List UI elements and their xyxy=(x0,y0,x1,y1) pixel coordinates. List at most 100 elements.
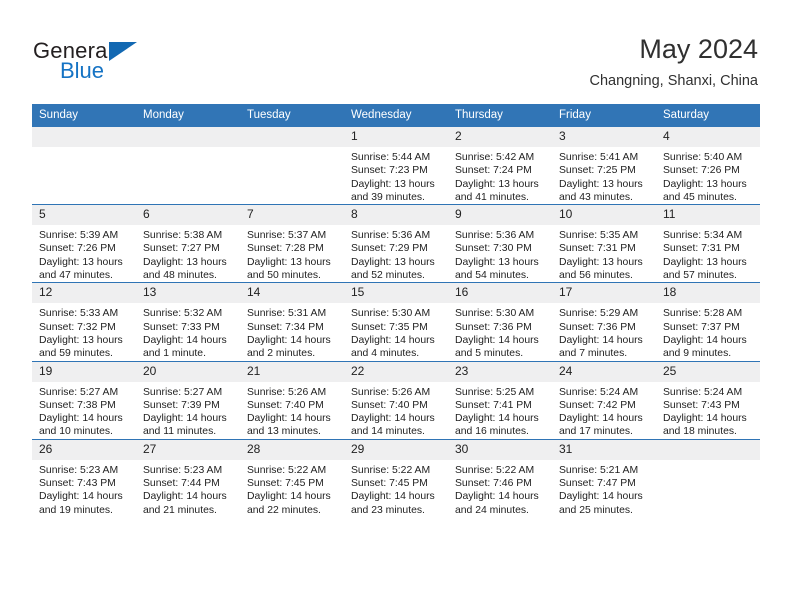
day-sunrise-text: Sunrise: 5:29 AM xyxy=(559,308,639,320)
day-daylight1-text: Daylight: 13 hours xyxy=(559,178,643,190)
day-cell[interactable]: 28 Sunrise: 5:22 AM Sunset: 7:45 PM Dayligh… xyxy=(240,438,344,517)
day-sunrise-text: Sunrise: 5:32 AM xyxy=(143,308,223,320)
week-row: 19 Sunrise: 5:27 AM Sunset: 7:38 PM Dayligh… xyxy=(32,360,760,440)
day-cell[interactable]: 7 Sunrise: 5:37 AM Sunset: 7:28 PM Daylight… xyxy=(240,204,344,283)
day-cell[interactable]: 5 Sunrise: 5:39 AM Sunset: 7:26 PM Daylight… xyxy=(32,204,136,283)
day-number: 21 xyxy=(240,361,344,382)
day-daylight1-text: Daylight: 14 hours xyxy=(247,334,331,346)
weekday-header-wednesday: Wednesday xyxy=(344,104,448,127)
day-details: Sunrise: 5:32 AM Sunset: 7:33 PM Daylight:… xyxy=(136,303,240,360)
day-daylight1-text: Daylight: 14 hours xyxy=(247,491,331,503)
day-sunrise-text: Sunrise: 5:21 AM xyxy=(559,464,639,476)
day-sunset-text: Sunset: 7:36 PM xyxy=(455,321,532,333)
day-sunrise-text: Sunrise: 5:44 AM xyxy=(351,152,431,163)
day-cell[interactable]: 15 Sunrise: 5:30 AM Sunset: 7:35 PM Dayligh… xyxy=(344,282,448,362)
day-cell[interactable]: 18 Sunrise: 5:28 AM Sunset: 7:37 PM Dayligh… xyxy=(656,282,760,362)
day-sunrise-text: Sunrise: 5:26 AM xyxy=(247,386,327,398)
day-number: 5 xyxy=(32,205,136,226)
day-sunrise-text: Sunrise: 5:39 AM xyxy=(39,230,119,242)
day-cell[interactable]: 3 Sunrise: 5:41 AM Sunset: 7:25 PM Daylight… xyxy=(552,127,656,205)
day-daylight1-text: Daylight: 14 hours xyxy=(559,413,643,425)
day-daylight1-text: Daylight: 13 hours xyxy=(663,256,747,268)
day-number xyxy=(656,439,760,460)
day-daylight2-text: and 52 minutes. xyxy=(351,270,425,282)
day-number xyxy=(136,127,240,147)
day-cell[interactable]: 11 Sunrise: 5:34 AM Sunset: 7:31 PM Dayligh… xyxy=(656,204,760,283)
calendar-table: Sunday Monday Tuesday Wednesday Thursday Frid… xyxy=(32,104,760,517)
day-sunset-text: Sunset: 7:30 PM xyxy=(455,243,532,255)
brand-logo[interactable]: General Blue xyxy=(33,38,163,83)
day-sunset-text: Sunset: 7:31 PM xyxy=(663,243,740,255)
day-sunset-text: Sunset: 7:32 PM xyxy=(39,321,116,333)
day-cell[interactable]: 16 Sunrise: 5:30 AM Sunset: 7:36 PM Dayligh… xyxy=(448,282,552,362)
day-number: 30 xyxy=(448,439,552,460)
day-cell[interactable]: 23 Sunrise: 5:25 AM Sunset: 7:41 PM Dayligh… xyxy=(448,360,552,440)
day-cell[interactable]: 27 Sunrise: 5:23 AM Sunset: 7:44 PM Dayligh… xyxy=(136,438,240,517)
day-daylight1-text: Daylight: 14 hours xyxy=(559,334,643,346)
day-number: 9 xyxy=(448,205,552,226)
day-sunset-text: Sunset: 7:23 PM xyxy=(351,165,428,177)
day-sunrise-text: Sunrise: 5:36 AM xyxy=(351,230,431,242)
day-cell[interactable]: 14 Sunrise: 5:31 AM Sunset: 7:34 PM Dayligh… xyxy=(240,282,344,362)
day-cell[interactable]: 10 Sunrise: 5:35 AM Sunset: 7:31 PM Dayligh… xyxy=(552,204,656,283)
weekday-header-monday: Monday xyxy=(136,104,240,127)
day-cell-empty xyxy=(136,127,240,205)
day-daylight2-text: and 13 minutes. xyxy=(247,426,321,438)
day-cell[interactable]: 2 Sunrise: 5:42 AM Sunset: 7:24 PM Daylight… xyxy=(448,127,552,205)
day-cell[interactable]: 17 Sunrise: 5:29 AM Sunset: 7:36 PM Dayligh… xyxy=(552,282,656,362)
day-daylight1-text: Daylight: 13 hours xyxy=(455,178,539,190)
day-daylight2-text: and 45 minutes. xyxy=(663,191,737,203)
day-cell[interactable]: 22 Sunrise: 5:26 AM Sunset: 7:40 PM Dayligh… xyxy=(344,360,448,440)
day-sunset-text: Sunset: 7:38 PM xyxy=(39,399,116,411)
day-cell[interactable]: 6 Sunrise: 5:38 AM Sunset: 7:27 PM Daylight… xyxy=(136,204,240,283)
day-daylight1-text: Daylight: 13 hours xyxy=(559,256,643,268)
day-sunrise-text: Sunrise: 5:34 AM xyxy=(663,230,743,242)
day-sunrise-text: Sunrise: 5:36 AM xyxy=(455,230,535,242)
day-daylight2-text: and 19 minutes. xyxy=(39,504,113,516)
day-cell[interactable]: 30 Sunrise: 5:22 AM Sunset: 7:46 PM Dayligh… xyxy=(448,438,552,517)
day-number xyxy=(32,127,136,147)
day-daylight2-text: and 47 minutes. xyxy=(39,270,113,282)
day-sunset-text: Sunset: 7:40 PM xyxy=(351,399,428,411)
day-number: 4 xyxy=(656,127,760,147)
day-cell[interactable]: 24 Sunrise: 5:24 AM Sunset: 7:42 PM Dayligh… xyxy=(552,360,656,440)
day-cell[interactable]: 19 Sunrise: 5:27 AM Sunset: 7:38 PM Dayligh… xyxy=(32,360,136,440)
day-daylight2-text: and 57 minutes. xyxy=(663,270,737,282)
day-cell[interactable]: 8 Sunrise: 5:36 AM Sunset: 7:29 PM Daylight… xyxy=(344,204,448,283)
day-details: Sunrise: 5:44 AM Sunset: 7:23 PM Daylight:… xyxy=(344,147,448,204)
day-sunset-text: Sunset: 7:27 PM xyxy=(143,243,220,255)
day-daylight1-text: Daylight: 14 hours xyxy=(247,413,331,425)
day-number: 13 xyxy=(136,283,240,304)
day-sunset-text: Sunset: 7:45 PM xyxy=(351,478,428,490)
day-details: Sunrise: 5:26 AM Sunset: 7:40 PM Daylight:… xyxy=(240,382,344,439)
day-sunset-text: Sunset: 7:31 PM xyxy=(559,243,636,255)
day-cell-empty xyxy=(656,438,760,517)
day-daylight1-text: Daylight: 13 hours xyxy=(351,256,435,268)
day-cell[interactable]: 13 Sunrise: 5:32 AM Sunset: 7:33 PM Dayligh… xyxy=(136,282,240,362)
day-number: 3 xyxy=(552,127,656,147)
day-cell[interactable]: 1 Sunrise: 5:44 AM Sunset: 7:23 PM Daylight… xyxy=(344,127,448,205)
day-daylight1-text: Daylight: 14 hours xyxy=(351,334,435,346)
day-cell[interactable]: 21 Sunrise: 5:26 AM Sunset: 7:40 PM Dayligh… xyxy=(240,360,344,440)
day-cell[interactable]: 25 Sunrise: 5:24 AM Sunset: 7:43 PM Dayligh… xyxy=(656,360,760,440)
weekday-header-thursday: Thursday xyxy=(448,104,552,127)
day-number: 27 xyxy=(136,439,240,460)
day-daylight2-text: and 18 minutes. xyxy=(663,426,737,438)
day-number: 20 xyxy=(136,361,240,382)
day-number: 19 xyxy=(32,361,136,382)
day-number: 12 xyxy=(32,283,136,304)
day-daylight2-text: and 2 minutes. xyxy=(247,348,316,360)
day-cell[interactable]: 20 Sunrise: 5:27 AM Sunset: 7:39 PM Dayligh… xyxy=(136,360,240,440)
day-daylight2-text: and 41 minutes. xyxy=(455,191,529,203)
day-cell[interactable]: 31 Sunrise: 5:21 AM Sunset: 7:47 PM Dayligh… xyxy=(552,438,656,517)
day-cell[interactable]: 29 Sunrise: 5:22 AM Sunset: 7:45 PM Dayligh… xyxy=(344,438,448,517)
day-cell[interactable]: 26 Sunrise: 5:23 AM Sunset: 7:43 PM Dayligh… xyxy=(32,438,136,517)
day-cell[interactable]: 4 Sunrise: 5:40 AM Sunset: 7:26 PM Daylight… xyxy=(656,127,760,205)
day-sunset-text: Sunset: 7:37 PM xyxy=(663,321,740,333)
day-cell[interactable]: 12 Sunrise: 5:33 AM Sunset: 7:32 PM Dayligh… xyxy=(32,282,136,362)
day-cell[interactable]: 9 Sunrise: 5:36 AM Sunset: 7:30 PM Daylight… xyxy=(448,204,552,283)
day-sunrise-text: Sunrise: 5:33 AM xyxy=(39,308,119,320)
day-daylight1-text: Daylight: 13 hours xyxy=(663,178,747,190)
day-sunrise-text: Sunrise: 5:37 AM xyxy=(247,230,327,242)
day-number: 11 xyxy=(656,205,760,226)
